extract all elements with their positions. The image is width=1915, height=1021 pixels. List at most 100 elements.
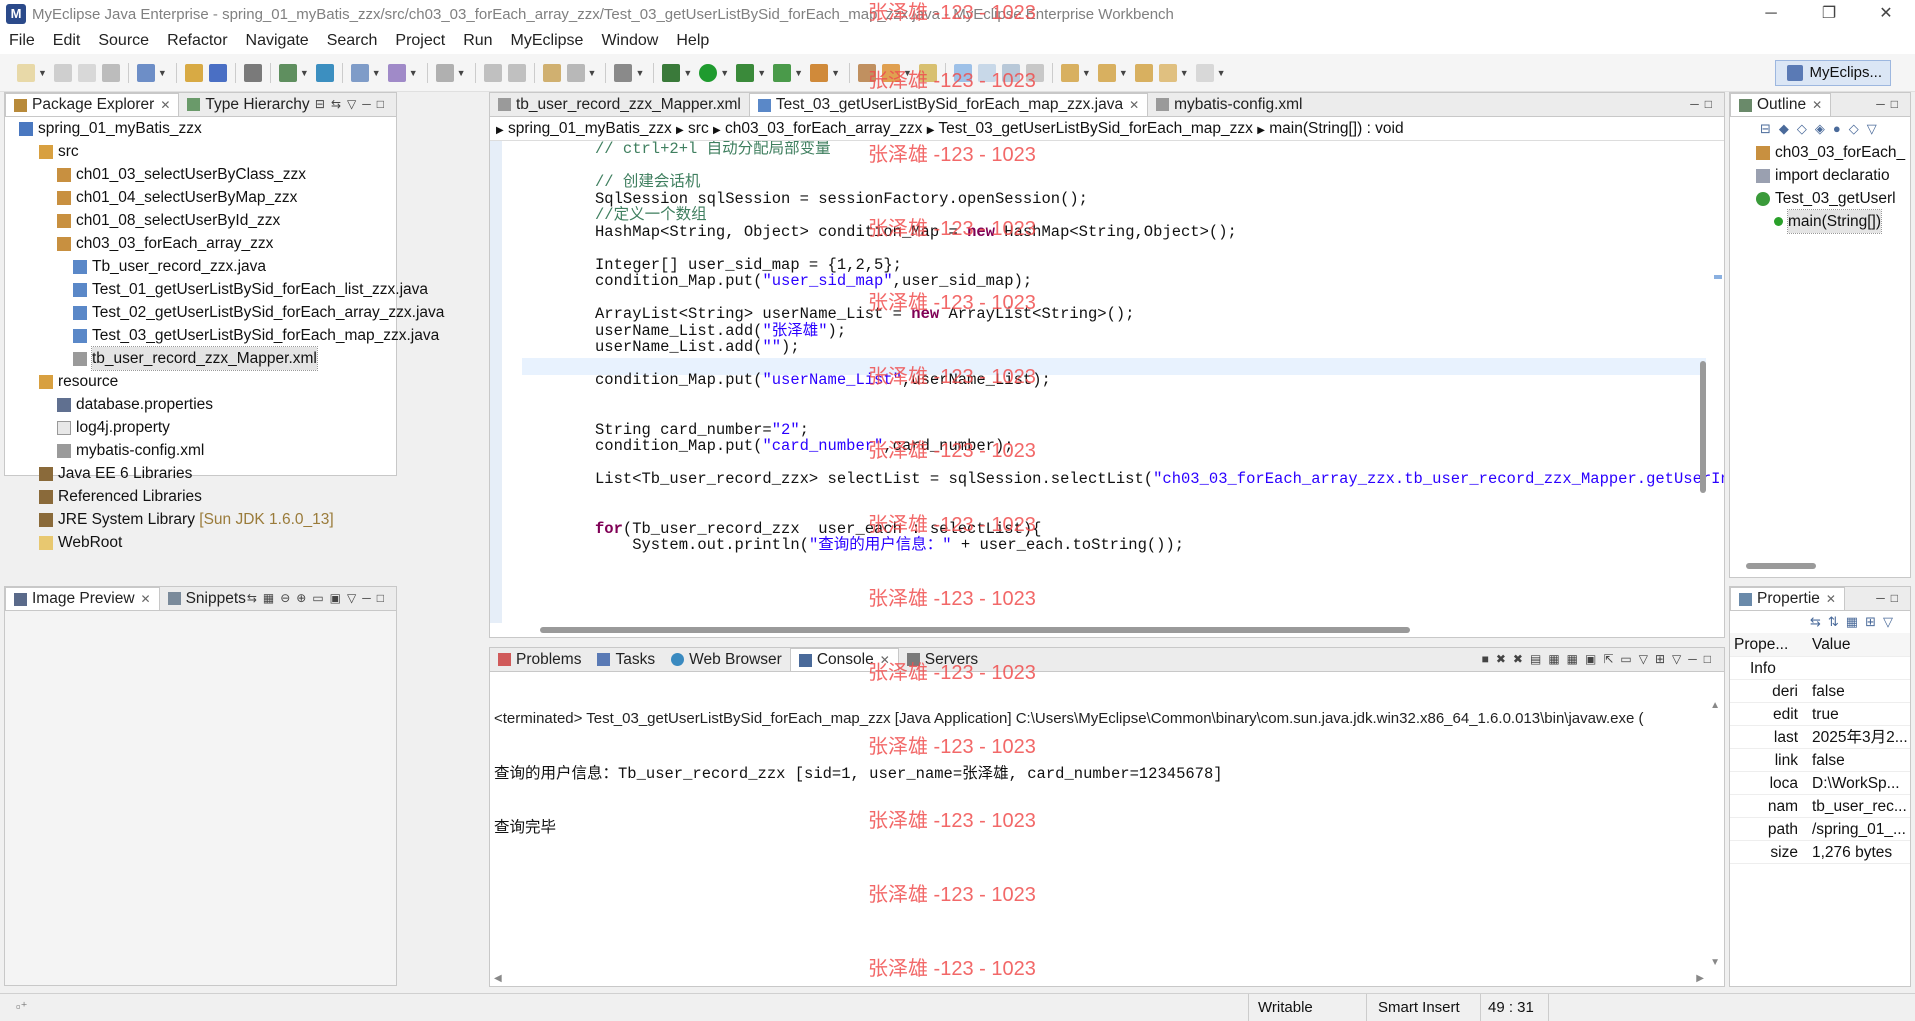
editor-vertical-scrollbar[interactable] (1700, 361, 1706, 493)
tab-outline[interactable]: Outline ✕ (1730, 93, 1832, 116)
menu-edit[interactable]: Edit (44, 32, 90, 50)
tree-item-package[interactable]: ch03_03_forEach_array_zzx (5, 232, 396, 255)
code-line[interactable]: condition_Map.put("user_sid_map",user_si… (595, 273, 1724, 290)
close-icon[interactable]: ✕ (1129, 94, 1139, 116)
close-icon[interactable]: ✕ (141, 588, 151, 610)
editor-tab-test03-java[interactable]: Test_03_getUserListBySid_forEach_map_zzx… (748, 93, 1149, 116)
property-row[interactable]: size 1,276 bytes (1730, 841, 1910, 864)
code-line[interactable] (595, 240, 1724, 257)
globe-icon[interactable] (315, 63, 334, 82)
tab-properties[interactable]: Propertie ✕ (1730, 587, 1845, 610)
code-line[interactable]: userName_List.add(""); (595, 339, 1724, 356)
monitor-icon[interactable] (614, 63, 633, 82)
breadcrumb-project[interactable]: spring_01_myBatis_zzx (508, 120, 672, 137)
code-line[interactable] (595, 504, 1724, 521)
menu-run[interactable]: Run (454, 32, 501, 50)
tree-item-file[interactable]: Test_02_getUserListBySid_forEach_array_z… (5, 301, 444, 324)
outline-item-imports[interactable]: import declaratio (1730, 164, 1910, 187)
code-line[interactable]: ArrayList<String> userName_List = new Ar… (595, 306, 1724, 323)
tree-item-file[interactable]: log4j.property (5, 416, 396, 439)
editor-tab-mapper-xml[interactable]: tb_user_record_zzx_Mapper.xml (490, 93, 749, 116)
deploy-icon[interactable] (278, 63, 297, 82)
tree-item-file[interactable]: Tb_user_record_zzx.java (5, 255, 396, 278)
tree-item-package[interactable]: ch01_08_selectUserById_zzx (5, 209, 396, 232)
close-icon[interactable]: ✕ (1812, 94, 1822, 116)
code-text[interactable]: // ctrl+2+l 自动分配局部变量 // 创建会话机 SqlSession s… (595, 141, 1724, 554)
view-controls[interactable]: ⊟⇆▽─□ (315, 97, 390, 111)
tree-item-library[interactable]: Java EE 6 Libraries (5, 462, 396, 485)
tree-item-package[interactable]: ch01_04_selectUserByMap_zzx (5, 186, 396, 209)
search-icon[interactable] (387, 63, 406, 82)
package-icon[interactable] (184, 63, 203, 82)
editor-tab-mybatis-config[interactable]: mybatis-config.xml (1148, 93, 1310, 116)
scroll-right-arrow[interactable]: ▶ (1696, 973, 1704, 984)
property-row[interactable]: link false (1730, 749, 1910, 772)
menu-project[interactable]: Project (386, 32, 454, 50)
tool-icon[interactable] (810, 63, 829, 82)
code-line[interactable]: // ctrl+2+l 自动分配局部变量 (595, 141, 1724, 158)
menu-window[interactable]: Window (592, 32, 667, 50)
run-coverage-icon[interactable] (736, 63, 755, 82)
minimize-button[interactable]: ─ (1742, 0, 1800, 28)
class-icon[interactable] (208, 63, 227, 82)
tab-type-hierarchy[interactable]: Type Hierarchy (179, 93, 317, 116)
outline-item-class[interactable]: Test_03_getUserl (1730, 187, 1910, 210)
scroll-left-arrow[interactable]: ◀ (494, 973, 502, 984)
menu-help[interactable]: Help (667, 32, 718, 50)
tab-snippets[interactable]: Snippets (160, 587, 254, 610)
external-tools-icon[interactable] (773, 63, 792, 82)
view-controls[interactable]: ─□ (1690, 97, 1718, 111)
open-type-icon[interactable] (350, 63, 369, 82)
menu-refactor[interactable]: Refactor (158, 32, 236, 50)
outline-toolbar[interactable]: ⊟◆◇◈●◇▽ (1730, 117, 1910, 141)
console-toolbar[interactable]: ■✖✖▤▦▦▣⇱▭▽⊞▽─□ (1482, 652, 1718, 666)
code-line[interactable]: List<Tb_user_record_zzx> selectList = sq… (595, 471, 1724, 488)
property-row[interactable]: last 2025年3月2... (1730, 726, 1910, 749)
tab-image-preview[interactable]: Image Preview ✕ (5, 587, 160, 610)
back-icon[interactable] (483, 63, 502, 82)
properties-group[interactable]: Info (1730, 657, 1910, 680)
breadcrumb-package[interactable]: ch03_03_forEach_array_zzx (725, 120, 922, 137)
code-line[interactable] (595, 488, 1724, 505)
code-line[interactable] (595, 455, 1724, 472)
palette-icon[interactable] (542, 63, 561, 82)
tree-item-project[interactable]: spring_01_myBatis_zzx (5, 117, 396, 140)
breadcrumb-method[interactable]: main(String[]) : void (1269, 120, 1403, 137)
code-line[interactable]: //定义一个数组 (595, 207, 1724, 224)
editor-horizontal-scrollbar[interactable] (540, 627, 1410, 633)
code-editor[interactable]: // ctrl+2+l 自动分配局部变量 // 创建会话机 SqlSession s… (490, 141, 1724, 623)
code-line[interactable] (595, 405, 1724, 422)
property-row[interactable]: loca D:\WorkSp... (1730, 772, 1910, 795)
view-controls[interactable]: ─□ (1876, 97, 1904, 111)
tree-item-src[interactable]: src (5, 140, 396, 163)
outline-item-method[interactable]: main(String[]) (1730, 209, 1910, 234)
code-line[interactable]: Integer[] user_sid_map = {1,2,5}; (595, 256, 1724, 274)
close-button[interactable]: ✕ (1857, 0, 1915, 28)
tree-item-folder[interactable]: WebRoot (5, 531, 396, 554)
property-row[interactable]: deri false (1730, 680, 1910, 703)
view-controls[interactable]: ─□ (1876, 591, 1904, 605)
properties-toolbar[interactable]: ⇆⇅▦⊞▽ (1730, 611, 1910, 633)
prev-annotation-icon[interactable] (1097, 63, 1116, 82)
tab-problems[interactable]: Problems (490, 648, 589, 671)
scroll-down-arrow[interactable]: ▼ (1710, 957, 1720, 968)
new-project-icon[interactable] (136, 63, 155, 82)
forward-icon[interactable] (507, 63, 526, 82)
tree-item-file[interactable]: Test_01_getUserListBySid_forEach_list_zz… (5, 278, 428, 301)
menu-search[interactable]: Search (318, 32, 387, 50)
code-line[interactable]: String card_number="2"; (595, 421, 1724, 439)
build-icon[interactable] (435, 63, 454, 82)
tree-item-resource[interactable]: resource (5, 370, 396, 393)
code-line[interactable]: userName_List.add("张泽雄"); (595, 322, 1724, 340)
tree-item-library[interactable]: JRE System Library [Sun JDK 1.6.0_13] (5, 508, 396, 531)
outline-horizontal-scrollbar[interactable] (1746, 563, 1816, 569)
tab-tasks[interactable]: Tasks (589, 648, 663, 671)
code-line[interactable] (595, 290, 1724, 307)
close-icon[interactable]: ✕ (1826, 588, 1836, 610)
gear-icon[interactable] (566, 63, 585, 82)
tree-item-file[interactable]: database.properties (5, 393, 396, 416)
code-line[interactable]: for(Tb_user_record_zzx user_each : selec… (595, 520, 1724, 538)
scroll-up-arrow[interactable]: ▲ (1710, 700, 1720, 711)
tree-item-package[interactable]: ch01_03_selectUserByClass_zzx (5, 163, 396, 186)
last-edit-icon[interactable] (1134, 63, 1153, 82)
